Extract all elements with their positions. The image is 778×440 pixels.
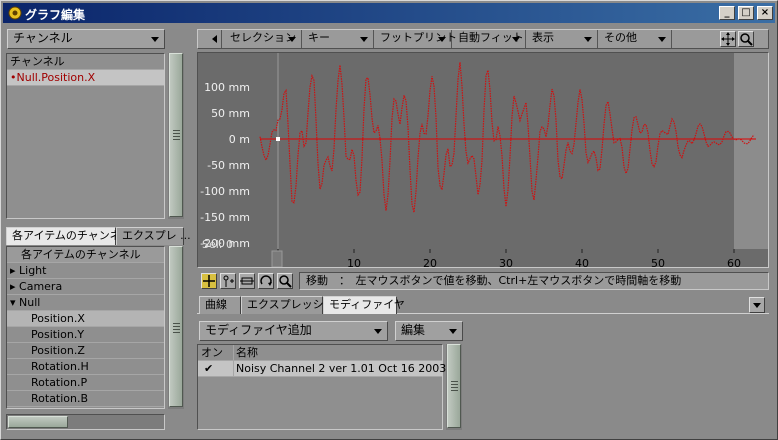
y-tick-label: -150 mm bbox=[200, 211, 250, 224]
time-slider-handle[interactable] bbox=[271, 250, 283, 267]
channel-list[interactable]: チャンネル •Null.Position.X bbox=[6, 53, 165, 219]
move-tool-icon[interactable] bbox=[201, 273, 217, 289]
modifier-on-check[interactable]: ✔ bbox=[198, 361, 234, 377]
y-tick-label: 50 mm bbox=[211, 107, 250, 120]
panel-options-button[interactable] bbox=[749, 297, 765, 313]
tab-curve[interactable]: 曲線 bbox=[199, 296, 241, 314]
toolbar-left-button[interactable] bbox=[208, 30, 222, 48]
x-tick-label: 40 bbox=[575, 257, 589, 267]
y-tick-label: -50 mm bbox=[207, 159, 250, 172]
x-tick-label: 20 bbox=[423, 257, 437, 267]
add-modifier-label: モディファイヤ追加 bbox=[205, 323, 312, 337]
selection-count: Sel: 0 bbox=[202, 238, 233, 251]
graph-canvas[interactable]: 100 mm50 mm0 m-50 mm-100 mm-150 mm-200 m… bbox=[198, 53, 768, 267]
tree-scrollbar[interactable] bbox=[168, 246, 184, 409]
selection-menu[interactable]: セレクション bbox=[224, 30, 302, 48]
tree-item[interactable]: ▸ Camera bbox=[7, 279, 164, 295]
tab-expressions-left[interactable]: エクスプレ ... bbox=[116, 227, 191, 245]
channel-dropdown-label: チャンネル bbox=[13, 31, 73, 45]
modifier-table[interactable]: オン 名称 ✔ Noisy Channel 2 ver 1.01 Oct 16 … bbox=[197, 344, 446, 430]
zoom-tool-icon[interactable] bbox=[277, 273, 293, 289]
tool-row: 移動 ： 左マウスボタンで値を移動、Ctrl+左マウスボタンで時間軸を移動 bbox=[199, 272, 769, 290]
column-on: オン bbox=[198, 345, 234, 361]
channel-list-item[interactable]: •Null.Position.X bbox=[7, 70, 164, 86]
tree-item[interactable]: Rotation.P bbox=[7, 375, 164, 391]
x-tick-label: 60 bbox=[727, 257, 741, 267]
tree-item[interactable]: Rotation.B bbox=[7, 391, 164, 407]
x-tick-label: 50 bbox=[651, 257, 665, 267]
add-modifier-dropdown[interactable]: モディファイヤ追加 bbox=[199, 321, 388, 341]
add-key-tool-icon[interactable] bbox=[220, 273, 236, 289]
tree-item[interactable]: Position.Y bbox=[7, 327, 164, 343]
tab-item-channels[interactable]: 各アイテムのチャンネル bbox=[6, 227, 132, 245]
y-tick-label: -100 mm bbox=[200, 185, 250, 198]
edit-dropdown[interactable]: 編集 bbox=[395, 321, 463, 341]
y-tick-label: 0 m bbox=[229, 133, 250, 146]
auto-fit-menu[interactable]: 自動フィット bbox=[452, 30, 526, 48]
x-tick-label: 10 bbox=[347, 257, 361, 267]
modifier-name[interactable]: Noisy Channel 2 ver 1.01 Oct 16 2003 bbox=[234, 361, 446, 377]
other-menu[interactable]: その他 bbox=[598, 30, 672, 48]
graph-toolbar: セレクション キー フットプリント 自動フィット 表示 その他 bbox=[197, 29, 769, 49]
app-icon bbox=[7, 5, 23, 21]
tree-item[interactable]: ▸ Light bbox=[7, 263, 164, 279]
modifier-scrollbar[interactable] bbox=[446, 344, 462, 430]
pan-icon[interactable] bbox=[720, 31, 736, 47]
roll-tool-icon[interactable] bbox=[258, 273, 274, 289]
scrollbar-thumb[interactable] bbox=[169, 246, 183, 407]
chevron-down-icon bbox=[151, 37, 159, 42]
tree-item[interactable]: Position.Z bbox=[7, 343, 164, 359]
display-menu[interactable]: 表示 bbox=[526, 30, 598, 48]
scrollbar-thumb[interactable] bbox=[169, 53, 183, 217]
stretch-tool-icon[interactable] bbox=[239, 273, 255, 289]
window-title: グラフ編集 bbox=[25, 8, 86, 22]
tree-item[interactable]: ▾ Null bbox=[7, 295, 164, 311]
column-name: 名称 bbox=[234, 345, 442, 361]
tree-hscrollbar[interactable] bbox=[6, 414, 165, 430]
status-text: 移動 ： 左マウスボタンで値を移動、Ctrl+左マウスボタンで時間軸を移動 bbox=[299, 272, 769, 290]
title-bar[interactable]: グラフ編集 _ □ × bbox=[3, 3, 775, 23]
channel-dropdown[interactable]: チャンネル bbox=[7, 29, 165, 49]
maximize-button[interactable]: □ bbox=[738, 6, 754, 20]
tree-header: 各アイテムのチャンネル bbox=[7, 247, 164, 263]
tree-item[interactable]: Position.X bbox=[7, 311, 164, 327]
item-channel-tree[interactable]: 各アイテムのチャンネル ▸ Light ▸ Camera ▾ Null Positio… bbox=[6, 246, 165, 409]
x-tick-label: 30 bbox=[499, 257, 513, 267]
footprint-menu[interactable]: フットプリント bbox=[374, 30, 457, 48]
zoom-icon[interactable] bbox=[738, 31, 754, 47]
edit-label: 編集 bbox=[401, 323, 426, 337]
keyframe-marker[interactable] bbox=[276, 137, 280, 141]
tree-item[interactable]: Rotation.H bbox=[7, 359, 164, 375]
channel-list-scrollbar[interactable] bbox=[168, 53, 184, 219]
tab-modifier[interactable]: モディファイヤ bbox=[323, 296, 405, 314]
hscroll-thumb[interactable] bbox=[8, 416, 68, 428]
close-button[interactable]: × bbox=[757, 6, 773, 20]
minimize-button[interactable]: _ bbox=[719, 6, 735, 20]
key-menu-label: キー bbox=[308, 31, 330, 44]
key-menu[interactable]: キー bbox=[302, 30, 374, 48]
channel-list-header: チャンネル bbox=[7, 54, 164, 70]
selection-menu-label: セレクション bbox=[230, 31, 296, 44]
scrollbar-thumb[interactable] bbox=[447, 344, 461, 428]
display-menu-label: 表示 bbox=[532, 31, 554, 44]
y-tick-label: 100 mm bbox=[204, 81, 250, 94]
graph-area[interactable]: 100 mm 50 mm 0 m -50 mm -100 mm -150 mm -200 m… bbox=[197, 52, 769, 268]
other-menu-label: その他 bbox=[604, 31, 637, 44]
tab-expression[interactable]: エクスプレッション bbox=[241, 296, 346, 314]
graph-editor-window: グラフ編集 _ □ × チャンネル チャンネル •Null.Position.X… bbox=[0, 0, 778, 440]
